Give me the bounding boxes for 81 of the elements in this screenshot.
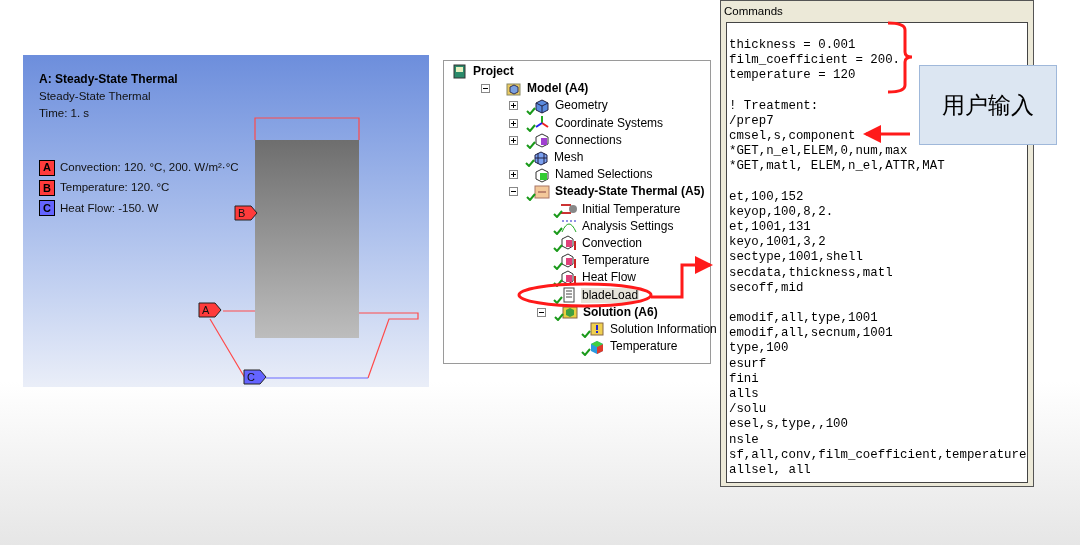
tree-item[interactable]: bladeLoad [581, 287, 640, 303]
folder-icon [534, 183, 550, 200]
expand-icon[interactable] [509, 118, 518, 128]
load-marker: B [234, 205, 258, 221]
tree-item[interactable]: Steady-State Thermal (A5) [554, 184, 706, 200]
code-line: et,1001,131 [729, 220, 811, 236]
legend-badge: B [39, 179, 55, 196]
collapse-icon[interactable] [537, 307, 546, 317]
pointer-arrow [863, 125, 910, 143]
expand-icon[interactable] [509, 135, 518, 145]
code-line: secdata,thickness,matl [729, 265, 893, 281]
cube-icon [561, 235, 577, 252]
tree-item[interactable]: Project [472, 64, 515, 80]
code-line: alls [729, 387, 759, 403]
load-marker: A [198, 302, 222, 318]
code-line: esurf [729, 356, 767, 372]
cube-icon [562, 304, 578, 321]
legend-label: Heat Flow: -150. W [60, 200, 159, 216]
cube-icon [534, 97, 550, 114]
code-line: emodif,all,type,1001 [729, 311, 878, 327]
document-icon [561, 287, 577, 304]
window-title: Commands [723, 3, 784, 19]
legend-badge: C [39, 200, 55, 217]
tree-item[interactable]: Convection [581, 235, 644, 251]
curve-icon [561, 218, 577, 235]
code-line: allsel, all [729, 463, 811, 479]
collapse-icon[interactable] [481, 84, 490, 94]
cube-icon [589, 338, 605, 355]
legend-label: Convection: 120. °C, 200. W/m²·°C [60, 160, 239, 175]
tree-item[interactable]: Temperature [581, 253, 651, 269]
tree-item[interactable]: Geometry [554, 98, 609, 114]
code-line: et,100,152 [729, 189, 804, 205]
cube-icon [561, 269, 577, 286]
expand-icon[interactable] [509, 101, 518, 111]
code-line: keyo,1001,3,2 [729, 235, 826, 251]
code-line: /solu [729, 402, 767, 418]
tree-item[interactable]: Coordinate Systems [554, 115, 665, 131]
code-line: secoff,mid [729, 280, 804, 297]
expand-icon[interactable] [509, 170, 518, 180]
code-line: sectype,1001,shell [729, 250, 863, 266]
connector-arrow [651, 256, 713, 299]
code-line: ! Treatment: [729, 98, 819, 114]
collapse-icon[interactable] [509, 187, 518, 197]
code-line: emodif,all,secnum,1001 [729, 326, 893, 342]
time-label: Time: 1. s [39, 106, 91, 121]
tree-item[interactable]: Model (A4) [526, 81, 590, 97]
code-line: nsle [729, 432, 759, 448]
mesh-icon [533, 149, 549, 166]
tree-item[interactable]: Heat Flow [581, 270, 638, 286]
tree-item[interactable]: Temperature [609, 339, 679, 355]
code-line: /prep7 [729, 113, 774, 129]
code-line: type,100 [729, 341, 789, 357]
code-line: thickness = 0.001 [729, 38, 856, 54]
code-line: fini [729, 371, 759, 388]
tree-item[interactable]: Named Selections [554, 167, 654, 183]
tree-item[interactable]: Solution Information [609, 321, 718, 337]
load-marker: C [243, 369, 267, 385]
legend-badge: A [39, 159, 55, 176]
code-line: film_coefficient = 200. [729, 53, 901, 69]
tree-item[interactable]: Initial Temperature [581, 201, 682, 217]
analysis-name: Steady-State Thermal [39, 89, 152, 104]
cube-icon [506, 80, 522, 97]
cube-icon [534, 166, 550, 183]
info-icon [589, 321, 605, 338]
legend-label: Temperature: 120. °C [60, 180, 170, 196]
tree-item[interactable]: Mesh [553, 150, 585, 166]
code-line: *GET,matl, ELEM,n_el,ATTR,MAT [729, 159, 945, 175]
book-icon [452, 63, 468, 80]
cube-icon [561, 252, 577, 269]
code-line: *GET,n_el,ELEM,0,num,max [729, 144, 908, 160]
code-line: sf,all,conv,film_coefficient,temperature [729, 447, 1027, 464]
code-line: keyop,100,8,2. [729, 204, 834, 221]
code-line: esel,s,type,,100 [729, 417, 848, 433]
code-line: temperature = 120 [729, 68, 856, 84]
tree-item[interactable]: Solution (A6) [582, 304, 659, 320]
tree-item[interactable]: Connections [554, 132, 623, 148]
tree-item[interactable]: Analysis Settings [581, 218, 675, 234]
viewport-title: A: Steady-State Thermal [39, 72, 178, 87]
code-line: cmsel,s,component [729, 129, 856, 145]
callout-text: 用户输入 [942, 90, 1034, 120]
cube-icon [534, 132, 550, 149]
